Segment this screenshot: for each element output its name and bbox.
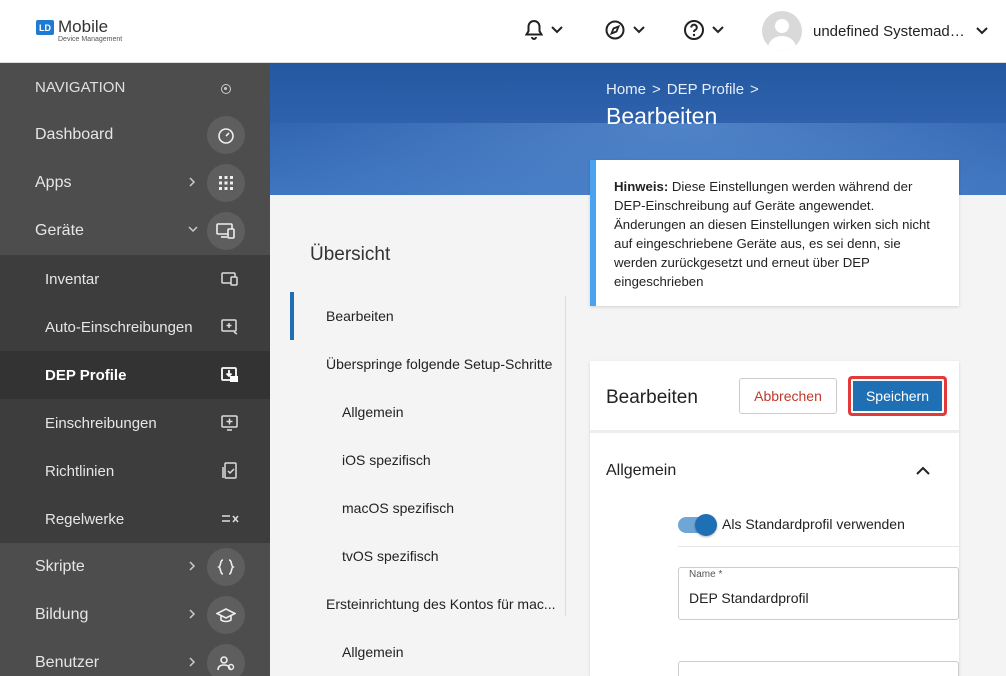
speedometer-icon — [207, 116, 245, 154]
devices-icon — [207, 212, 245, 250]
chevron-right-icon — [189, 657, 196, 667]
name-field-label: Name * — [689, 569, 723, 580]
breadcrumb-dep-profile[interactable]: DEP Profile — [667, 81, 744, 98]
toggle-label: Als Standardprofil verwenden — [722, 516, 905, 532]
chevron-up-icon[interactable] — [915, 465, 931, 477]
chevron-down-icon — [188, 226, 198, 233]
pin-sidebar-icon[interactable] — [221, 84, 231, 94]
card-title: Bearbeiten — [606, 387, 698, 408]
app-logo[interactable]: LD Mobile Device Management — [36, 18, 122, 43]
overview-item-allgemein[interactable]: Allgemein — [290, 388, 560, 436]
sidebar-item-inventar[interactable]: Inventar — [0, 255, 270, 303]
chevron-down-icon — [633, 26, 645, 34]
breadcrumb-home[interactable]: Home — [606, 81, 646, 98]
name-field[interactable]: Name * — [678, 567, 959, 620]
auto-enroll-icon — [211, 308, 249, 346]
chevron-down-icon — [976, 27, 988, 35]
overview-item-ersteinrichtung[interactable]: Ersteinrichtung des Kontos für mac... — [290, 580, 560, 628]
sidebar-item-geraete[interactable]: Geräte — [0, 207, 270, 255]
bell-icon — [524, 19, 544, 40]
graduation-icon — [207, 596, 245, 634]
explore-button[interactable] — [604, 19, 646, 41]
overview-item-setup-schritte[interactable]: Überspringe folgende Setup-Schritte — [290, 340, 560, 388]
chevron-down-icon — [551, 26, 563, 34]
breadcrumb: Home > DEP Profile > — [606, 81, 759, 98]
active-indicator — [290, 292, 294, 340]
sidebar-item-apps[interactable]: Apps — [0, 159, 270, 207]
top-bar: LD Mobile Device Management undefined Sy… — [0, 0, 1006, 63]
enroll-icon — [211, 404, 249, 442]
dep-profile-icon — [211, 356, 249, 394]
cancel-button[interactable]: Abbrechen — [739, 378, 837, 414]
sidebar-item-bildung[interactable]: Bildung — [0, 591, 270, 639]
overview-item-ios[interactable]: iOS spezifisch — [290, 436, 560, 484]
hint-text: Diese Einstellungen werden während der D… — [614, 179, 930, 289]
section-title: Allgemein — [606, 462, 677, 479]
sidebar-item-skripte[interactable]: Skripte — [0, 543, 270, 591]
avatar — [762, 11, 802, 51]
page-title: Bearbeiten — [606, 103, 718, 129]
help-icon — [684, 20, 704, 40]
user-name: undefined Systemadministrator — [813, 22, 967, 40]
logo-badge: LD — [36, 20, 54, 35]
save-button[interactable]: Speichern — [848, 376, 947, 416]
default-profile-row: Als Standardprofil verwenden — [678, 507, 959, 547]
overview-title: Übersicht — [310, 244, 391, 265]
grid-icon — [207, 164, 245, 202]
help-button[interactable] — [683, 19, 725, 41]
compass-icon — [605, 20, 625, 40]
overview-item-macos[interactable]: macOS spezifisch — [290, 484, 560, 532]
default-profile-toggle[interactable] — [678, 514, 717, 536]
sidebar-item-einschreibungen[interactable]: Einschreibungen — [0, 399, 270, 447]
overview-item-allgemein-2[interactable]: Allgemein — [290, 628, 560, 676]
next-field[interactable] — [678, 661, 959, 676]
chevron-down-icon — [712, 26, 724, 34]
logo-sub-text: Device Management — [58, 36, 123, 43]
sidebar-item-benutzer[interactable]: Benutzer — [0, 639, 270, 676]
chevron-right-icon — [189, 177, 196, 187]
users-icon — [207, 644, 245, 676]
sidebar-item-dashboard[interactable]: Dashboard — [0, 111, 270, 159]
policy-icon — [211, 452, 249, 490]
inventory-icon — [211, 260, 249, 298]
user-menu[interactable]: undefined Systemadministrator — [762, 11, 989, 51]
edit-card: Bearbeiten Abbrechen Speichern Allgemein… — [590, 361, 959, 676]
sidebar-item-dep-profile[interactable]: DEP Profile — [0, 351, 270, 399]
logo-main-text: Mobile — [58, 17, 109, 36]
notifications-button[interactable] — [524, 19, 564, 41]
breadcrumb-separator: > — [750, 81, 759, 98]
sidebar: NAVIGATION Dashboard Apps Geräte Inventa… — [0, 63, 270, 676]
sidebar-item-regelwerke[interactable]: Regelwerke — [0, 495, 270, 543]
braces-icon — [207, 548, 245, 586]
chevron-right-icon — [189, 561, 196, 571]
overview-list: Bearbeiten Überspringe folgende Setup-Sc… — [290, 292, 568, 676]
chevron-right-icon — [189, 609, 196, 619]
card-header: Bearbeiten Abbrechen Speichern — [590, 361, 959, 433]
overview-item-bearbeiten[interactable]: Bearbeiten — [290, 292, 560, 340]
sidebar-item-auto-einschreibungen[interactable]: Auto-Einschreibungen — [0, 303, 270, 351]
breadcrumb-separator: > — [652, 81, 661, 98]
name-input[interactable] — [689, 590, 949, 606]
divider — [565, 296, 566, 616]
overview-item-tvos[interactable]: tvOS spezifisch — [290, 532, 560, 580]
hint-label: Hinweis: — [614, 179, 669, 194]
rules-icon — [211, 500, 249, 538]
hint-box: Hinweis: Diese Einstellungen werden währ… — [590, 160, 959, 306]
nav-heading: NAVIGATION — [0, 63, 270, 111]
sidebar-item-richtlinien[interactable]: Richtlinien — [0, 447, 270, 495]
